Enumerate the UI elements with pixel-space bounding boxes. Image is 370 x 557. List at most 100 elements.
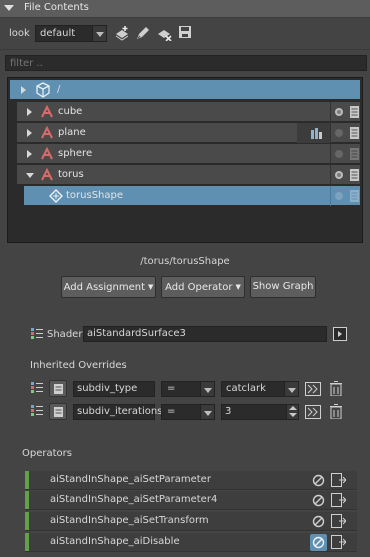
transform-icon	[41, 105, 53, 118]
panel-header[interactable]: File Contents	[0, 0, 370, 18]
select-operator-icon[interactable]	[331, 535, 346, 549]
operator-row[interactable]: aiStandInShape_aiDisable	[25, 533, 357, 552]
override-connect-icon[interactable]	[305, 382, 321, 396]
trash-icon[interactable]	[330, 404, 342, 419]
transform-icon	[41, 126, 53, 139]
override-attribute-icon	[31, 405, 43, 416]
show-graph-button[interactable]: Show Graph	[250, 276, 316, 298]
select-operator-icon[interactable]	[331, 514, 346, 528]
inherited-overrides-title: Inherited Overrides	[30, 360, 127, 371]
override-value-dropdown[interactable]: catclark	[221, 381, 299, 397]
look-label: look	[9, 28, 30, 39]
transform-icon	[41, 147, 53, 160]
tree-row-torus[interactable]: torus	[17, 165, 360, 185]
override-properties-button[interactable]	[49, 380, 67, 397]
operator-label: aiStandInShape_aiSetParameter4	[50, 494, 218, 505]
disable-icon[interactable]	[312, 494, 325, 507]
disable-icon[interactable]	[312, 515, 325, 528]
expand-icon[interactable]	[27, 150, 32, 158]
operator-enabled-bar	[25, 533, 29, 551]
chevron-down-icon	[200, 405, 214, 419]
trash-icon[interactable]	[330, 381, 342, 396]
add-assignment-label: Add Assignment	[63, 282, 146, 293]
operator-label: aiStandInShape_aiSetTransform	[50, 515, 209, 526]
selected-path: /torus/torusShape	[140, 256, 230, 267]
filter-input[interactable]	[5, 55, 367, 71]
operator-row[interactable]: aiStandInShape_aiSetParameter4	[25, 491, 357, 510]
visibility-toggle-icon[interactable]	[334, 149, 344, 159]
expand-icon[interactable]	[27, 129, 32, 137]
override-connect-icon[interactable]	[305, 405, 321, 419]
operator-label: aiStandInShape_aiSetParameter	[50, 474, 211, 485]
operator-row[interactable]: aiStandInShape_aiSetTransform	[25, 512, 357, 531]
expand-icon[interactable]	[21, 86, 26, 94]
tree-row-plane[interactable]: plane	[17, 123, 360, 143]
override-operator-dropdown[interactable]: =	[161, 381, 215, 397]
tree-row-cube[interactable]: cube	[17, 102, 360, 122]
visibility-toggle-icon[interactable]	[334, 191, 344, 201]
override-value-spinbox[interactable]: 3	[221, 404, 299, 420]
operator-enabled-bar	[25, 512, 29, 530]
disable-icon[interactable]	[312, 536, 325, 549]
tree-root-label: /	[57, 84, 61, 95]
tree-row-root[interactable]: /	[10, 80, 360, 100]
file-tree[interactable]: / cube plane sphere torus torusShape	[7, 77, 363, 243]
tree-row-torusshape[interactable]: torusShape	[24, 186, 360, 206]
look-dropdown[interactable]: default	[35, 25, 107, 42]
add-item-icon[interactable]	[114, 25, 130, 41]
edit-icon[interactable]	[135, 25, 151, 41]
tree-item-label: torus	[58, 169, 84, 180]
visibility-toggle-icon[interactable]	[334, 128, 344, 138]
tree-item-label: torusShape	[66, 190, 124, 201]
properties-icon	[54, 407, 63, 417]
properties-icon	[54, 384, 63, 394]
disable-icon[interactable]	[312, 474, 325, 487]
select-operator-icon[interactable]	[331, 473, 346, 487]
chevron-down-icon	[92, 26, 106, 41]
tree-item-label: cube	[58, 106, 83, 117]
tree-row-sphere[interactable]: sphere	[17, 144, 360, 164]
properties-icon[interactable]	[350, 169, 359, 181]
shader-field[interactable]: aiStandardSurface3	[83, 326, 327, 342]
override-attribute-icon	[31, 382, 43, 393]
spin-up-icon[interactable]	[289, 406, 297, 410]
chevron-down-icon	[200, 382, 214, 396]
add-operator-label: Add Operator	[165, 282, 233, 293]
operators-title: Operators	[22, 448, 72, 459]
transform-icon	[41, 168, 53, 181]
add-assignment-button[interactable]: Add Assignment ▼	[61, 276, 156, 298]
override-operator-value: =	[167, 406, 176, 417]
override-value: 3	[225, 406, 232, 417]
spin-buttons[interactable]	[286, 405, 298, 419]
shader-attribute-icon	[31, 328, 43, 339]
operator-enabled-bar	[25, 471, 29, 489]
add-operator-button[interactable]: Add Operator ▼	[161, 276, 245, 298]
visibility-toggle-icon[interactable]	[334, 107, 344, 117]
tree-item-label: sphere	[58, 148, 93, 159]
select-operator-icon[interactable]	[331, 493, 346, 507]
override-properties-button[interactable]	[49, 403, 67, 420]
remove-item-icon[interactable]	[156, 25, 172, 41]
properties-icon[interactable]	[350, 190, 359, 202]
visibility-toggle-icon[interactable]	[334, 170, 344, 180]
panel-title: File Contents	[24, 2, 89, 13]
properties-icon[interactable]	[350, 106, 359, 118]
override-name-field[interactable]: subdiv_iterations	[73, 404, 162, 420]
properties-icon[interactable]	[350, 148, 359, 160]
override-operator-value: =	[167, 383, 176, 394]
shader-select-icon[interactable]	[333, 327, 347, 341]
expand-icon[interactable]	[27, 108, 32, 116]
override-operator-dropdown[interactable]: =	[161, 404, 215, 420]
chevron-down-icon	[284, 382, 298, 396]
dropdown-arrow-icon: ▼	[148, 283, 154, 291]
look-value: default	[40, 28, 76, 39]
shape-icon	[49, 189, 63, 203]
collapse-icon[interactable]	[26, 173, 34, 178]
spin-down-icon[interactable]	[289, 413, 297, 417]
collapse-icon[interactable]	[4, 5, 14, 11]
save-icon[interactable]	[178, 25, 192, 39]
properties-icon[interactable]	[350, 127, 359, 139]
override-name-field[interactable]: subdiv_type	[73, 381, 155, 397]
operator-assigned-icon[interactable]	[310, 126, 324, 140]
operator-row[interactable]: aiStandInShape_aiSetParameter	[25, 471, 357, 490]
